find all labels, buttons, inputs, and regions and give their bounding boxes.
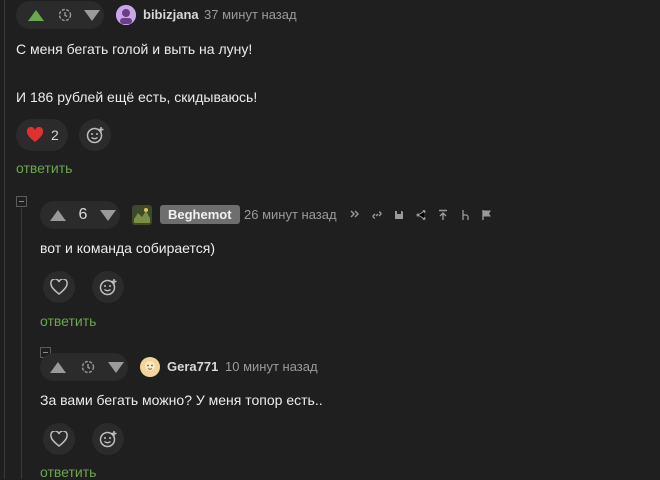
username[interactable]: bibizjana	[143, 7, 199, 22]
like-button[interactable]	[43, 423, 75, 455]
parent-branch-icon	[462, 210, 469, 220]
vote-bar: 6	[40, 201, 120, 229]
heart-icon	[50, 279, 68, 295]
upvote-icon	[50, 361, 66, 373]
comment-text-line: С меня бегать голой и выть на луну!	[16, 41, 253, 57]
reply-link[interactable]: ответить	[40, 464, 96, 480]
go-to-parent-button[interactable]	[457, 207, 473, 223]
save-button[interactable]	[391, 207, 407, 223]
comment-time[interactable]: 10 минут назад	[225, 359, 318, 374]
downvote-icon	[84, 9, 101, 21]
like-count: 2	[51, 127, 59, 143]
like-button[interactable]	[43, 271, 75, 303]
arrow-up-icon	[439, 209, 447, 220]
upvote-icon	[27, 9, 44, 21]
upvote-icon	[50, 209, 66, 221]
downvote-button[interactable]	[104, 355, 128, 379]
clock-icon	[76, 355, 100, 379]
upvote-button[interactable]	[24, 3, 47, 27]
comment-text-line: вот и команда собирается)	[40, 240, 215, 256]
downvote-icon	[108, 361, 124, 373]
comment-text-line: И 186 рублей ещё есть, скидываюсь!	[16, 89, 258, 105]
collapse-thread-button[interactable]	[16, 196, 27, 207]
add-reaction-button[interactable]	[92, 423, 124, 455]
flag-icon	[482, 210, 491, 220]
avatar[interactable]	[116, 5, 136, 25]
thread-icon	[350, 210, 359, 218]
heart-icon	[50, 431, 68, 447]
comment-time[interactable]: 37 минут назад	[204, 7, 297, 22]
avatar[interactable]	[140, 357, 160, 377]
go-to-top-button[interactable]	[435, 207, 451, 223]
thread-line[interactable]	[21, 208, 22, 479]
vote-bar	[16, 1, 104, 29]
smiley-add-icon	[99, 279, 117, 296]
upvote-button[interactable]	[46, 203, 70, 227]
score: 6	[78, 206, 88, 223]
reply-link[interactable]: ответить	[40, 313, 96, 329]
username[interactable]: Gera771	[167, 359, 218, 374]
comment-actions	[347, 207, 495, 223]
add-reaction-button[interactable]	[79, 119, 111, 151]
vote-bar	[40, 353, 128, 381]
smiley-add-icon	[99, 431, 117, 448]
upvote-button[interactable]	[46, 355, 70, 379]
comment-text-line: За вами бегать можно? У меня топор есть.…	[40, 392, 323, 408]
share-button[interactable]	[413, 207, 429, 223]
avatar[interactable]	[132, 205, 152, 225]
add-reaction-button[interactable]	[92, 271, 124, 303]
clock-icon	[53, 3, 76, 27]
username[interactable]: Beghemot	[160, 205, 240, 224]
downvote-icon	[100, 209, 116, 221]
link-icon	[372, 211, 382, 219]
comment-time[interactable]: 26 минут назад	[244, 207, 337, 222]
reply-link[interactable]: ответить	[16, 160, 72, 176]
smiley-add-icon	[86, 127, 104, 144]
downvote-button[interactable]	[81, 3, 104, 27]
report-button[interactable]	[479, 207, 495, 223]
save-icon	[395, 211, 403, 219]
like-button[interactable]: 2	[16, 119, 68, 151]
show-thread-button[interactable]	[347, 207, 363, 223]
heart-icon	[26, 127, 44, 142]
share-icon	[416, 210, 426, 220]
downvote-button[interactable]	[96, 203, 120, 227]
thread-line[interactable]	[4, 0, 5, 479]
copy-link-button[interactable]	[369, 207, 385, 223]
